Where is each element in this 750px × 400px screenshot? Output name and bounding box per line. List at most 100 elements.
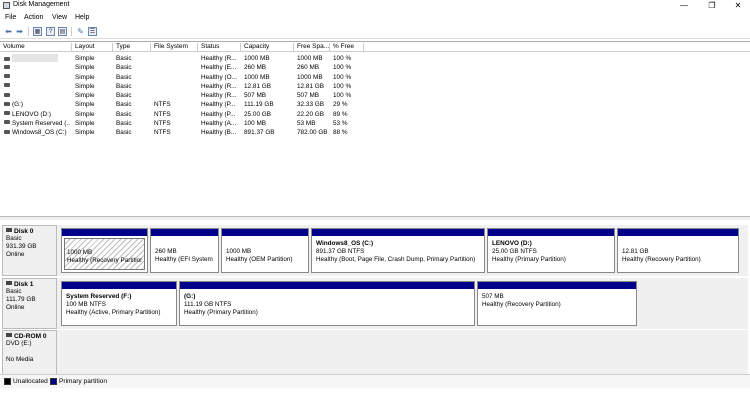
drive-icon [4,101,10,106]
disk-type: DVD (E:) [6,340,32,347]
column-free-space[interactable]: Free Spa... [294,43,330,52]
volume-row[interactable]: Simple Basic Healthy (O... 1000 MB 1000 MB 10… [0,73,750,82]
volume-row[interactable]: (G:) Simple Basic NTFS Healthy (P... 111.19 G… [0,100,750,109]
volume-row[interactable]: Simple Basic Healthy (R... 1000 MB 1000 MB 10… [0,54,750,63]
drive-icon [4,57,10,62]
disk-graphical-view: Disk 0 Basic 931.39 GB Online 1000 MB Health… [0,220,750,381]
help-icon[interactable]: ? [46,27,55,36]
cell-free-space: 53 MB [297,120,316,128]
minimize-button[interactable]: — [670,0,698,12]
partition-status: Healthy (EFI System P [155,256,214,263]
cell-file-system: NTFS [154,129,171,137]
cell-percent-free: 100 % [333,82,352,90]
column-status[interactable]: Status [198,43,241,52]
disk-name-text: Disk 0 [14,228,34,235]
list-view-icon[interactable]: ☰ [88,27,97,36]
column-percent-free[interactable]: % Free [330,43,364,52]
partition-block[interactable]: 1000 MB Healthy (Recovery Partition) [61,228,148,273]
menu-help[interactable]: Help [75,14,89,21]
partition-block[interactable]: 12.81 GB Healthy (Recovery Partition) [617,228,739,273]
maximize-button[interactable]: ❐ [698,0,726,12]
partition-status: Healthy (Recovery Partition) [482,301,561,308]
forward-arrow-icon[interactable]: ➡ [15,27,24,36]
partition-title: (G:) [184,293,196,300]
cell-free-space: 12.81 GB [297,82,325,90]
cell-volume [4,91,70,100]
partition-status: Healthy (Primary Partition) [492,256,566,263]
column-layout[interactable]: Layout [72,43,113,52]
partition-status: Healthy (Boot, Page File, Crash Dump, Pr… [316,256,476,263]
connect-icon[interactable]: ✎ [76,27,85,36]
cell-status: Healthy (R... [201,55,237,62]
partition-block[interactable]: 260 MB Healthy (EFI System P [150,228,219,273]
partition-type-bar [488,229,614,236]
legend-label-primary: Primary partition [59,378,108,385]
cell-type: Basic [116,64,132,72]
partition-type-bar [478,282,636,289]
disk-label[interactable]: Disk 1 Basic 111.79 GB Online [2,278,57,329]
partition-block[interactable]: 1000 MB Healthy (OEM Partition) [221,228,309,273]
cell-percent-free: 100 % [333,73,352,81]
volume-name [12,54,58,62]
cell-percent-free: 100 % [333,55,352,62]
partition-block[interactable]: (G:) 111.19 GB NTFS Healthy (Primary Parti… [179,281,475,326]
partition-type-bar [62,229,147,236]
volume-row[interactable]: Simple Basic Healthy (R... 12.81 GB 12.81 GB… [0,82,750,91]
disk-view-icon[interactable]: ▦ [33,27,42,36]
cell-layout: Simple [75,120,95,128]
back-arrow-icon[interactable]: ⬅ [4,27,13,36]
cell-percent-free: 89 % [333,110,348,118]
partition-body: Windows8_OS (C:) 891.37 GB NTFS Healthy (B… [314,238,482,270]
volume-row[interactable]: Simple Basic Healthy (R... 507 MB 507 MB 100 … [0,91,750,100]
menu-view[interactable]: View [52,14,67,21]
drive-icon [4,120,10,125]
cell-layout: Simple [75,82,95,90]
partition-block[interactable]: LENOVO (D:) 25.00 GB NTFS Healthy (Primary… [487,228,615,273]
drive-icon [4,111,10,116]
cell-file-system: NTFS [154,120,171,128]
disk-row: Disk 1 Basic 111.79 GB Online System Reserve… [2,278,748,329]
disk-type: Basic [6,235,22,242]
partition-status: Healthy (Recovery Partition) [67,257,142,264]
title-bar: Disk Management — ❐ ✕ [0,0,750,12]
disk-name: Disk 1 [6,281,53,288]
partition-type-bar [151,229,218,236]
drive-icon [4,92,10,97]
menu-action[interactable]: Action [24,14,43,21]
cell-layout: Simple [75,101,95,109]
disk-name: Disk 0 [6,228,53,235]
cell-capacity: 260 MB [244,64,267,72]
column-type[interactable]: Type [113,43,151,52]
properties-icon[interactable]: ▤ [58,27,67,36]
menu-file[interactable]: File [5,14,16,21]
volume-row[interactable]: LENOVO (D:) Simple Basic NTFS Healthy (P... 2… [0,110,750,119]
volume-row[interactable]: System Reserved (... Simple Basic NTFS Healt… [0,119,750,128]
volume-row[interactable]: Simple Basic Healthy (E... 260 MB 260 MB 100 … [0,63,750,72]
cell-free-space: 507 MB [297,92,320,100]
partition-body: 12.81 GB Healthy (Recovery Partition) [620,238,736,270]
close-button[interactable]: ✕ [724,0,750,12]
cell-volume: System Reserved (... [4,119,70,128]
column-volume[interactable]: Volume [0,43,72,52]
disk-label[interactable]: Disk 0 Basic 931.39 GB Online [2,225,57,276]
drive-icon [4,83,10,88]
cell-free-space: 1000 MB [297,55,323,62]
cell-type: Basic [116,73,132,81]
column-file-system[interactable]: File System [151,43,198,52]
disk-size: 111.79 GB [6,296,36,303]
partition-block[interactable]: Windows8_OS (C:) 891.37 GB NTFS Healthy (B… [311,228,485,273]
cell-capacity: 1000 MB [244,73,270,81]
partition-status: Healthy (Active, Primary Partition) [66,309,161,316]
column-capacity[interactable]: Capacity [241,43,294,52]
partition-size: 260 MB [155,248,177,255]
partition-title: LENOVO (D:) [492,240,532,247]
cell-status: Healthy (A... [201,120,237,128]
partition-block[interactable]: 507 MB Healthy (Recovery Partition) [477,281,637,326]
volume-row[interactable]: Windows8_OS (C:) Simple Basic NTFS Healthy (… [0,128,750,137]
partition-block[interactable]: System Reserved (F:) 100 MB NTFS Healthy (… [61,281,177,326]
cell-status: Healthy (P... [201,101,236,109]
cell-file-system: NTFS [154,110,171,118]
cell-volume: LENOVO (D:) [4,110,70,119]
partition-body: 1000 MB Healthy (OEM Partition) [224,238,306,270]
cell-layout: Simple [75,110,95,118]
